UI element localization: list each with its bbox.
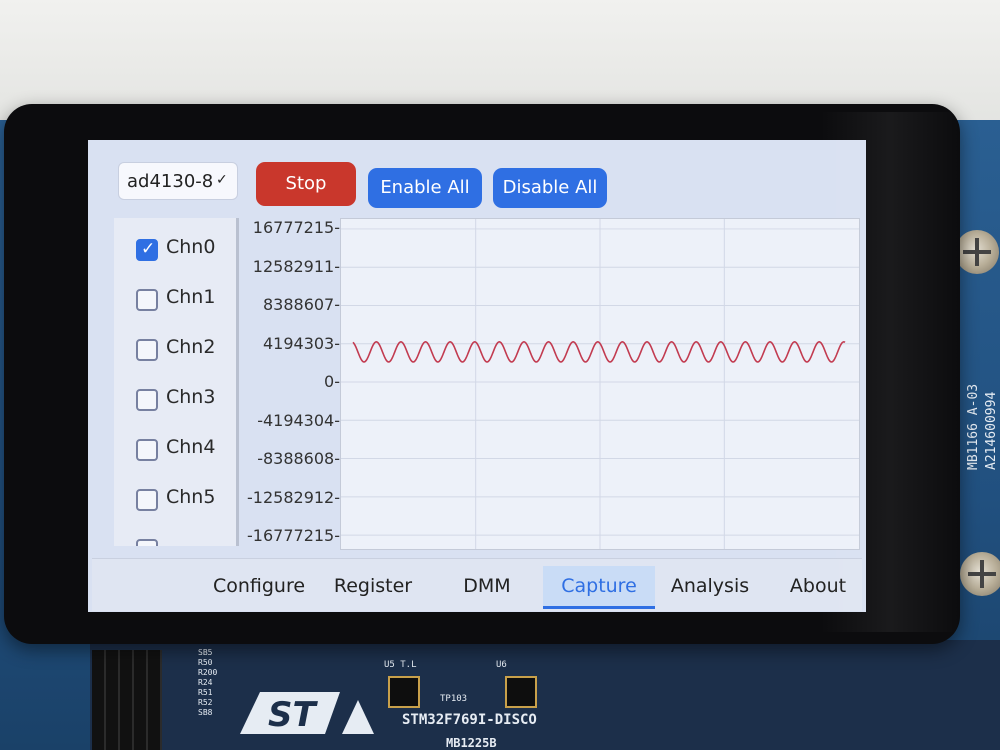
- side-label-1: MB1166 A-03: [966, 383, 981, 470]
- y-tick-label: 4194303-: [262, 333, 340, 353]
- silk-tp103: TP103: [440, 694, 468, 704]
- y-tick-label: 0-: [324, 372, 340, 391]
- tab-dmm[interactable]: DMM: [448, 566, 526, 606]
- channel-checkbox[interactable]: [136, 489, 158, 511]
- pin-header: [92, 650, 162, 750]
- plot-svg: [341, 219, 859, 549]
- tab-register[interactable]: Register: [322, 566, 424, 606]
- svg-text:ST: ST: [268, 695, 318, 735]
- y-tick-label: -4194304-: [257, 410, 340, 430]
- y-tick-label: -16777215-: [247, 526, 340, 545]
- y-tick-label: 8388607-: [262, 295, 340, 314]
- chip-u6: [505, 676, 537, 708]
- silk-ref: SB8: [198, 708, 213, 717]
- silk-u5: U5 T.L: [384, 660, 417, 670]
- channel-label: Chn5: [166, 486, 216, 508]
- side-label-2: A214600994: [984, 391, 999, 470]
- series-line-chn0: [352, 341, 846, 363]
- capture-plot: [340, 218, 860, 550]
- chevron-down-icon[interactable]: ✓: [216, 172, 228, 188]
- chip-u5: [388, 676, 420, 708]
- channel-label: Chn3: [166, 386, 216, 408]
- silk-u6: U6: [496, 660, 507, 670]
- y-tick-label: 12582911-: [252, 256, 340, 276]
- channel-label: Chn0: [166, 236, 216, 258]
- silk-refs: SB5 R50 R200 R24 R51 R52 SB8: [198, 648, 217, 718]
- channel-label: Chn4: [166, 436, 216, 458]
- board-mb: MB1225B: [446, 736, 497, 750]
- channel-checkbox[interactable]: [136, 439, 158, 461]
- tab-configure[interactable]: Configure: [200, 566, 318, 606]
- tab-capture[interactable]: Capture: [543, 566, 655, 609]
- y-tick-label: 16777215-: [252, 218, 340, 237]
- silk-ref: R50: [198, 658, 213, 667]
- channel-label: Chn2: [166, 336, 216, 358]
- screw-bottom: [960, 552, 1000, 596]
- silk-ref: R52: [198, 698, 213, 707]
- pcb-bottom-area: [90, 640, 1000, 750]
- tab-analysis[interactable]: Analysis: [662, 566, 758, 606]
- disable-all-button[interactable]: Disable All: [493, 168, 607, 208]
- y-tick-label: -12582912-: [247, 487, 340, 507]
- channel-checkbox[interactable]: [136, 539, 158, 546]
- screen-glare: [820, 112, 960, 632]
- enable-all-button[interactable]: Enable All: [368, 168, 482, 208]
- screw-top: [955, 230, 999, 274]
- st-logo: ST: [240, 692, 374, 735]
- channel-label: Chn1: [166, 286, 216, 308]
- silk-ref: R51: [198, 688, 213, 697]
- board-name: STM32F769I-DISCO: [402, 712, 537, 728]
- stop-button[interactable]: Stop: [256, 162, 356, 206]
- channel-checkbox[interactable]: [136, 339, 158, 361]
- channel-checkbox[interactable]: [136, 389, 158, 411]
- silk-ref: R200: [198, 668, 218, 677]
- channel-list[interactable]: Chn0 Chn1 Chn2 Chn3 Chn4 Chn5: [114, 218, 239, 546]
- silk-ref: R24: [198, 678, 213, 687]
- channel-checkbox[interactable]: [136, 239, 158, 261]
- y-tick-label: -8388608-: [257, 449, 340, 468]
- channel-checkbox[interactable]: [136, 289, 158, 311]
- silk-ref: SB5: [198, 648, 213, 657]
